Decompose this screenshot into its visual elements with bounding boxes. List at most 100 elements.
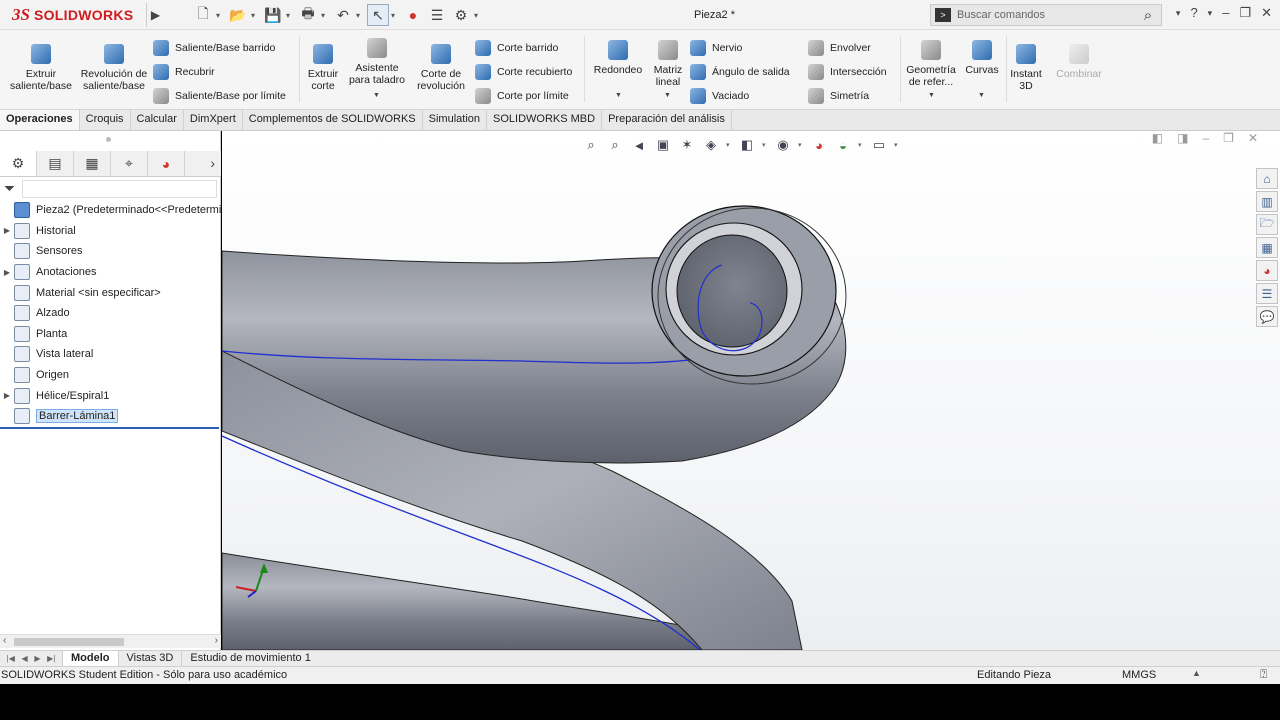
section-view-icon[interactable]: ▣ <box>654 137 672 153</box>
revolve-boss-button[interactable]: Revolución de saliente/base <box>80 44 148 92</box>
select-pointer-icon[interactable]: ↖ <box>367 4 389 26</box>
panel-grip[interactable] <box>106 137 111 142</box>
next-tab-icon[interactable]: ▶ <box>34 654 40 663</box>
more-tabs-chevron-icon[interactable]: › <box>210 155 215 171</box>
open-folder-icon[interactable]: 📂 <box>227 4 249 26</box>
last-tab-icon[interactable]: ▶| <box>47 654 55 663</box>
viewport-tile-right-icon[interactable]: ◨ <box>1177 131 1188 145</box>
tab-simulation[interactable]: Simulation <box>423 110 487 130</box>
tab-modelo[interactable]: Modelo <box>62 651 118 666</box>
scrollbar-thumb[interactable] <box>14 638 124 646</box>
scroll-left-icon[interactable]: ‹ <box>3 635 6 646</box>
boundary-cut-button[interactable]: Corte por límite <box>475 88 569 104</box>
search-dropdown-icon[interactable]: ▾ <box>1176 5 1181 21</box>
tab-operaciones[interactable]: Operaciones <box>0 110 80 130</box>
viewport-restore-icon[interactable]: ❐ <box>1223 131 1234 145</box>
view-settings-icon[interactable]: ▭ <box>870 137 888 153</box>
view-orientation-icon[interactable]: ◈ <box>702 137 720 153</box>
draft-button[interactable]: Ángulo de salida <box>690 64 790 80</box>
dynamic-annotation-icon[interactable]: ✶ <box>678 137 696 153</box>
tab-estudio-movimiento[interactable]: Estudio de movimiento 1 <box>181 651 318 666</box>
previous-tab-icon[interactable]: ◀ <box>22 654 28 663</box>
fillet-dropdown-icon[interactable]: ▼ <box>615 92 622 99</box>
help-dropdown-icon[interactable]: ▾ <box>1208 5 1213 21</box>
tree-filter-input[interactable] <box>22 180 217 198</box>
new-document-icon[interactable]: 🗋 <box>192 4 214 26</box>
expand-arrow-icon[interactable]: ▶ <box>0 268 14 277</box>
display-style-dropdown-icon[interactable]: ▾ <box>762 141 768 149</box>
graphics-area[interactable]: ⌕ ⌕ ◄ ▣ ✶ ◈ ▾ ◧ ▾ ◉ ▾ ◕ ◒ ▾ ▭ ▾ ◧ ◨ – ❐ ✕ <box>222 131 1280 650</box>
save-icon[interactable]: 💾 <box>262 4 284 26</box>
feature-manager-tree-icon[interactable]: ⚙ <box>0 151 37 176</box>
tree-item-helice[interactable]: ▶ Hélice/Espiral1 <box>0 385 221 406</box>
mirror-button[interactable]: Simetría <box>808 88 869 104</box>
viewport-minimize-icon[interactable]: – <box>1202 131 1209 145</box>
appearances-icon[interactable]: ◕ <box>1256 260 1278 281</box>
tree-item-origen[interactable]: Origen <box>0 365 221 386</box>
loft-button[interactable]: Recubrir <box>153 64 215 80</box>
property-manager-icon[interactable]: ▤ <box>37 151 74 176</box>
print-dropdown-icon[interactable]: ▾ <box>321 11 330 20</box>
dimxpert-manager-icon[interactable]: ⌖ <box>111 151 148 176</box>
search-icon[interactable]: ⌕ <box>1135 7 1161 24</box>
expand-arrow-icon[interactable]: ▶ <box>0 391 14 400</box>
help-icon[interactable]: ? <box>1190 5 1197 21</box>
unit-system[interactable]: MMGS <box>1122 669 1156 681</box>
options-dropdown-icon[interactable]: ▾ <box>474 11 483 20</box>
intersect-button[interactable]: Intersección <box>808 64 887 80</box>
wrap-button[interactable]: Envolver <box>808 40 871 56</box>
tree-item-barrer-lamina[interactable]: Barrer-Lámina1 <box>0 406 221 427</box>
curves-dropdown-icon[interactable]: ▼ <box>978 92 985 99</box>
zoom-to-fit-icon[interactable]: ⌕ <box>582 137 600 153</box>
linear-pattern-button[interactable]: Matriz lineal <box>650 40 686 88</box>
tab-dimxpert[interactable]: DimXpert <box>184 110 243 130</box>
quick-tips-icon[interactable]: ⍰ <box>1260 667 1267 682</box>
rebuild-traffic-light-icon[interactable]: ● <box>402 4 424 26</box>
close-icon[interactable]: ✕ <box>1261 5 1272 21</box>
design-library-icon[interactable]: ▥ <box>1256 191 1278 212</box>
instant3d-button[interactable]: Instant 3D <box>1008 44 1044 92</box>
lofted-cut-button[interactable]: Corte recubierto <box>475 64 572 80</box>
display-style-icon[interactable]: ◧ <box>738 137 756 153</box>
tree-item-sensores[interactable]: Sensores <box>0 241 221 262</box>
undo-icon[interactable]: ↶ <box>332 4 354 26</box>
edit-appearance-icon[interactable]: ◕ <box>810 137 828 153</box>
custom-properties-icon[interactable]: ☰ <box>1256 283 1278 304</box>
shell-button[interactable]: Vaciado <box>690 88 749 104</box>
file-properties-icon[interactable]: ☰ <box>426 4 448 26</box>
apply-scene-dropdown-icon[interactable]: ▾ <box>858 141 864 149</box>
reference-geometry-button[interactable]: Geometría de refer... <box>904 40 958 88</box>
extrude-boss-button[interactable]: Extruir saliente/base <box>6 44 76 92</box>
minimize-icon[interactable]: – <box>1222 5 1229 21</box>
solidworks-logo[interactable]: 3S SOLIDWORKS <box>12 5 133 25</box>
undo-dropdown-icon[interactable]: ▾ <box>356 11 365 20</box>
tab-solidworks-mbd[interactable]: SOLIDWORKS MBD <box>487 110 603 130</box>
tab-preparacion-analisis[interactable]: Preparación del análisis <box>602 110 732 130</box>
horizontal-scrollbar[interactable]: ‹ › <box>0 634 221 648</box>
first-tab-icon[interactable]: |◀ <box>7 654 15 663</box>
tree-item-vista-lateral[interactable]: Vista lateral <box>0 344 221 365</box>
expand-arrow-icon[interactable]: ▶ <box>0 226 14 235</box>
previous-view-icon[interactable]: ◄ <box>630 137 648 153</box>
view-settings-dropdown-icon[interactable]: ▾ <box>894 141 900 149</box>
reference-geometry-dropdown-icon[interactable]: ▼ <box>928 92 935 99</box>
tree-item-alzado[interactable]: Alzado <box>0 303 221 324</box>
new-dropdown-icon[interactable]: ▾ <box>216 11 225 20</box>
unit-system-dropdown-icon[interactable]: ▲ <box>1192 668 1201 678</box>
tab-calcular[interactable]: Calcular <box>131 110 184 130</box>
filter-funnel-icon[interactable]: ⏷ <box>4 180 15 197</box>
expand-menu-icon[interactable]: ▶ <box>146 3 164 27</box>
view-orientation-dropdown-icon[interactable]: ▾ <box>726 141 732 149</box>
search-commands-box[interactable]: > Buscar comandos ⌕ <box>930 4 1162 26</box>
tree-root-part[interactable]: Pieza2 (Predeterminado<<Predetermi <box>0 200 221 221</box>
scroll-right-icon[interactable]: › <box>215 635 218 646</box>
tab-vistas-3d[interactable]: Vistas 3D <box>117 651 182 666</box>
tree-item-material[interactable]: Material <sin especificar> <box>0 282 221 303</box>
tree-item-anotaciones[interactable]: ▶ Anotaciones <box>0 262 221 283</box>
view-palette-icon[interactable]: ▦ <box>1256 237 1278 258</box>
display-manager-icon[interactable]: ◕ <box>148 151 185 176</box>
boundary-boss-button[interactable]: Saliente/Base por límite <box>153 88 286 104</box>
apply-scene-icon[interactable]: ◒ <box>834 137 852 153</box>
file-explorer-icon[interactable]: 🗁 <box>1256 214 1278 235</box>
tree-item-historial[interactable]: ▶ Historial <box>0 221 221 242</box>
